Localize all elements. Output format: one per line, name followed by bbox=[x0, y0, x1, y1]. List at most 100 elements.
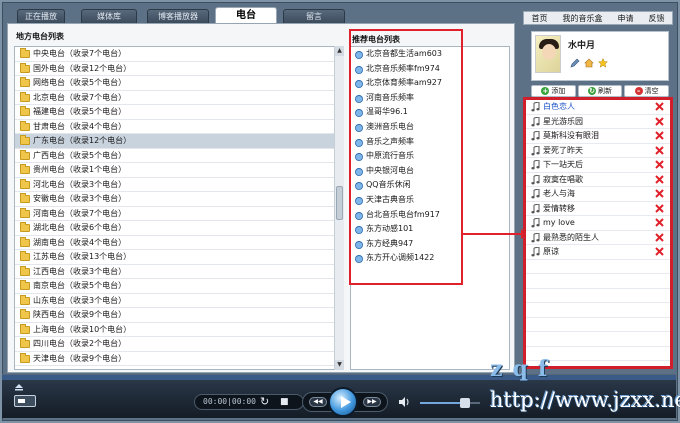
playlist-item[interactable]: 最熟悉的陌生人 bbox=[526, 231, 670, 245]
refresh-button[interactable]: ↻ 刷新 bbox=[577, 85, 623, 97]
delete-icon[interactable] bbox=[655, 160, 664, 169]
music-note-icon bbox=[531, 203, 540, 213]
playlist-track-label: 下一站天后 bbox=[543, 160, 583, 169]
playlist-track-label: 寂寞在唱歌 bbox=[543, 174, 583, 184]
folder-icon bbox=[20, 352, 30, 363]
folder-icon bbox=[20, 178, 30, 189]
local-radio-item[interactable]: 湖南电台（收录4个电台） bbox=[15, 236, 343, 250]
volume-icon[interactable] bbox=[398, 396, 410, 408]
local-radio-item[interactable]: 贵州电台（收录1个电台） bbox=[15, 163, 343, 178]
playlist-empty-row bbox=[526, 289, 670, 303]
star-icon[interactable] bbox=[598, 58, 608, 68]
local-radio-item[interactable]: 河北电台（收录3个电台） bbox=[15, 178, 343, 192]
next-icon[interactable]: ▶▶ bbox=[363, 397, 381, 407]
tab-blog-player[interactable]: 博客播放器 bbox=[147, 9, 209, 23]
local-radio-item[interactable]: 四川电台（收录2个电台） bbox=[15, 337, 343, 352]
delete-icon[interactable] bbox=[655, 116, 664, 126]
radio-panel: 地方电台列表 中央电台（收录7个电台） 国外电台（收录12个电台） 网络电台（收录5… bbox=[7, 23, 529, 373]
playlist-item[interactable]: 星光游乐园 bbox=[526, 115, 670, 129]
tab-messages[interactable]: 留言 bbox=[283, 9, 345, 23]
tab-radio[interactable]: 电台 bbox=[215, 7, 277, 24]
mini-mode-button[interactable] bbox=[14, 395, 36, 407]
local-radio-label: 国外电台（收录12个电台） bbox=[33, 63, 132, 73]
local-list-scrollbar[interactable]: ▲ ▼ bbox=[334, 46, 344, 370]
playlist-item[interactable]: 莫斯科没有眼泪 bbox=[526, 129, 670, 144]
scroll-thumb[interactable] bbox=[336, 186, 343, 220]
delete-icon[interactable] bbox=[655, 174, 664, 184]
music-note-icon bbox=[531, 116, 540, 126]
local-radio-item[interactable]: 天津电台（收录9个电台） bbox=[15, 352, 343, 366]
nav-home[interactable]: 首页 bbox=[532, 13, 548, 24]
local-radio-item[interactable]: 国外电台（收录12个电台） bbox=[15, 62, 343, 76]
folder-icon bbox=[20, 294, 30, 305]
clear-button[interactable]: – 清空 bbox=[624, 85, 670, 97]
playlist-item[interactable]: 原谅 bbox=[526, 245, 670, 260]
eject-icon[interactable] bbox=[14, 383, 24, 391]
repeat-icon[interactable]: ↻ bbox=[260, 396, 269, 408]
delete-icon[interactable] bbox=[655, 247, 664, 256]
playlist-item[interactable]: 老人与海 bbox=[526, 187, 670, 202]
local-radio-item[interactable]: 甘肃电台（收录4个电台） bbox=[15, 120, 343, 134]
local-radio-item[interactable]: 安徽电台（收录3个电台） bbox=[15, 192, 343, 207]
playlist-item[interactable]: 寂寞在唱歌 bbox=[526, 173, 670, 187]
local-radio-item[interactable]: 北京电台（收录7个电台） bbox=[15, 91, 343, 105]
delete-icon[interactable] bbox=[655, 131, 664, 140]
folder-icon bbox=[20, 149, 30, 160]
local-radio-item[interactable]: 中央电台（收录7个电台） bbox=[15, 47, 343, 62]
nav-apply[interactable]: 申请 bbox=[618, 13, 634, 24]
tab-media-library[interactable]: 媒体库 bbox=[81, 9, 137, 23]
home-icon[interactable] bbox=[584, 58, 594, 68]
local-radio-item[interactable]: 广西电台（收录5个电台） bbox=[15, 149, 343, 163]
local-radio-item[interactable]: 福建电台（收录5个电台） bbox=[15, 105, 343, 120]
local-radio-item[interactable]: 湖北电台（收录6个电台） bbox=[15, 221, 343, 236]
music-note-icon bbox=[531, 131, 540, 141]
scroll-down-icon[interactable]: ▼ bbox=[335, 360, 344, 370]
playlist-item[interactable]: 下一站天后 bbox=[526, 158, 670, 173]
progress-strip[interactable] bbox=[2, 375, 676, 380]
playlist-item[interactable]: 白色恋人 bbox=[526, 100, 670, 115]
local-radio-item[interactable]: 山东电台（收录3个电台） bbox=[15, 294, 343, 308]
delete-icon[interactable] bbox=[655, 145, 664, 155]
nav-feedback[interactable]: 反馈 bbox=[649, 13, 665, 24]
tab-now-playing[interactable]: 正在播放 bbox=[17, 9, 65, 23]
stop-icon[interactable]: ■ bbox=[280, 396, 289, 408]
play-button[interactable] bbox=[328, 387, 358, 417]
playlist-item[interactable]: 爱情转移 bbox=[526, 202, 670, 216]
local-radio-item[interactable]: 广东电台（收录12个电台） bbox=[15, 134, 343, 149]
folder-icon bbox=[20, 193, 30, 203]
delete-icon[interactable] bbox=[655, 189, 664, 198]
playlist-track-label: 最熟悉的陌生人 bbox=[543, 232, 599, 242]
right-panel: 首页 我的音乐盒 申请 反馈 水中月 + 添加 ↻ 刷新 – 清空 白色恋人 星… bbox=[523, 7, 673, 373]
folder-icon bbox=[20, 222, 30, 232]
folder-icon bbox=[20, 323, 30, 334]
delete-icon[interactable] bbox=[655, 218, 664, 227]
local-radio-label: 天津电台（收录9个电台） bbox=[33, 353, 127, 363]
folder-icon bbox=[20, 338, 30, 348]
scroll-up-icon[interactable]: ▲ bbox=[335, 46, 344, 56]
playlist-item[interactable]: my love bbox=[526, 216, 670, 231]
local-radio-label: 江西电台（收录3个电台） bbox=[33, 266, 127, 276]
local-radio-item[interactable]: 河南电台（收录7个电台） bbox=[15, 207, 343, 221]
local-radio-item[interactable]: 南京电台（收录5个电台） bbox=[15, 279, 343, 294]
add-button[interactable]: + 添加 bbox=[531, 85, 576, 97]
folder-icon bbox=[20, 120, 30, 131]
local-radio-item[interactable]: 江苏电台（收录13个电台） bbox=[15, 250, 343, 265]
local-radio-item[interactable]: 江西电台（收录3个电台） bbox=[15, 265, 343, 279]
volume-knob[interactable] bbox=[460, 398, 470, 408]
playlist-item[interactable]: 爱死了昨天 bbox=[526, 144, 670, 158]
edit-icon[interactable] bbox=[570, 58, 580, 68]
local-radio-item[interactable]: 网络电台（收录5个电台） bbox=[15, 76, 343, 91]
delete-icon[interactable] bbox=[655, 203, 664, 213]
recommended-highlight-box bbox=[349, 29, 463, 285]
delete-icon[interactable] bbox=[655, 232, 664, 242]
previous-icon[interactable]: ◀◀ bbox=[309, 397, 327, 407]
music-note-icon bbox=[531, 189, 540, 199]
delete-icon[interactable] bbox=[655, 102, 664, 111]
folder-icon bbox=[20, 265, 30, 276]
local-radio-item[interactable]: 陕西电台（收录9个电台） bbox=[15, 308, 343, 323]
avatar[interactable] bbox=[535, 35, 561, 73]
local-radio-item[interactable]: 上海电台（收录10个电台） bbox=[15, 323, 343, 337]
player-window: 正在播放 媒体库 博客播放器 电台 留言 地方电台列表 中央电台（收录7个电台）… bbox=[2, 2, 678, 421]
volume-slider[interactable] bbox=[420, 402, 480, 404]
nav-my-music-box[interactable]: 我的音乐盒 bbox=[563, 13, 603, 24]
